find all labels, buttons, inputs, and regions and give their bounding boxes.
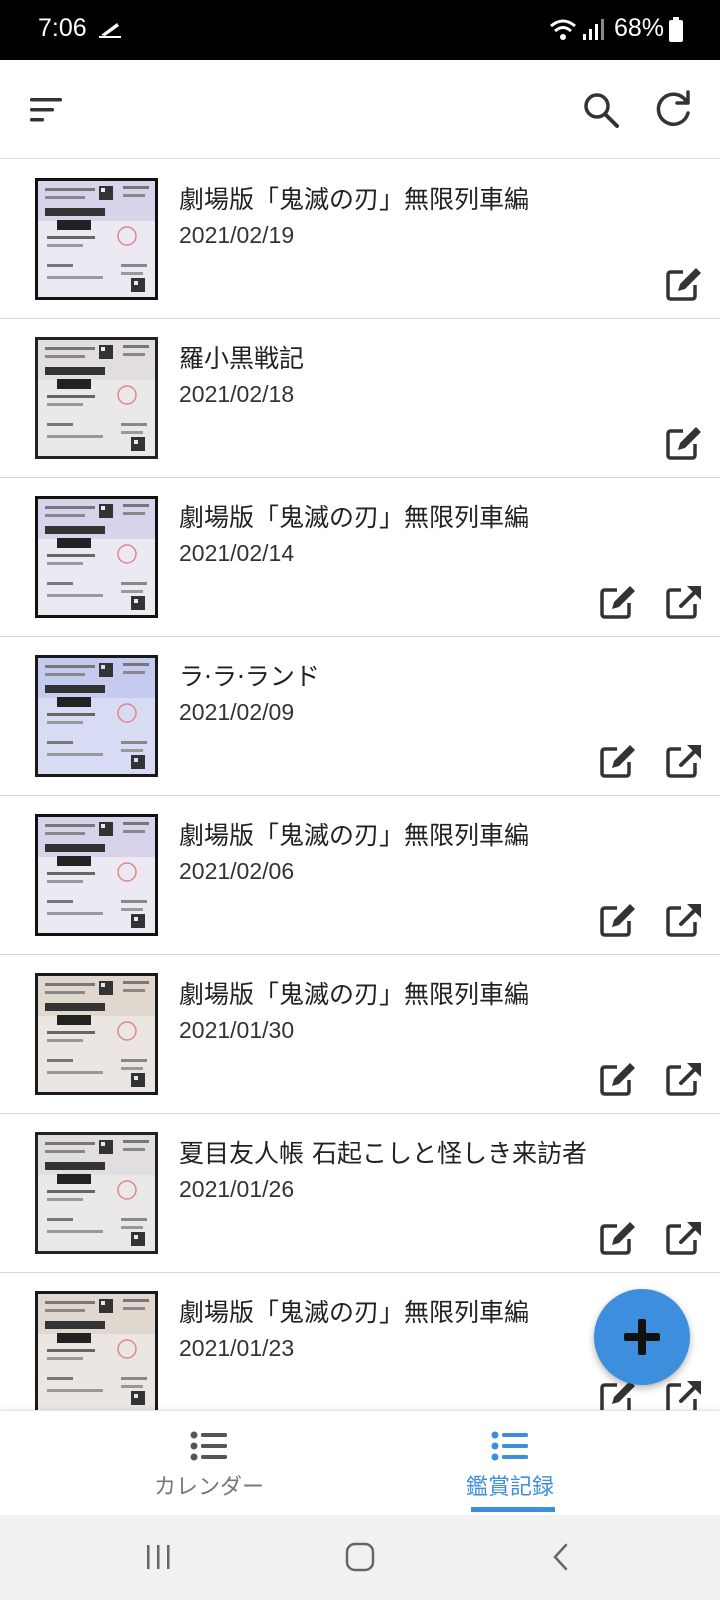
record-row[interactable]: 羅小黒戦記 2021/02/18 xyxy=(0,319,720,478)
nav-records-label: 鑑賞記録 xyxy=(465,1475,554,1500)
record-date: 2021/02/14 xyxy=(179,540,295,566)
edit-button[interactable] xyxy=(598,741,638,781)
open-external-button[interactable] xyxy=(664,741,704,781)
open-external-icon xyxy=(666,1381,701,1410)
record-title: ラ·ラ·ランド xyxy=(179,662,320,691)
ticket-thumbnail[interactable] xyxy=(35,1132,158,1254)
record-title: 劇場版「鬼滅の刃」無限列車編 xyxy=(179,185,530,214)
ticket-thumbnail[interactable] xyxy=(35,973,158,1095)
edit-icon xyxy=(666,427,701,460)
edit-button[interactable] xyxy=(598,1218,638,1258)
edit-icon xyxy=(600,586,635,619)
back-button[interactable] xyxy=(541,1537,581,1577)
add-record-button[interactable] xyxy=(594,1289,690,1385)
open-external-icon xyxy=(666,745,701,778)
plus-icon xyxy=(624,1319,660,1355)
record-list[interactable]: 劇場版「鬼滅の刃」無限列車編 2021/02/19 羅小黒戦記 2021/02/18 劇… xyxy=(0,160,720,1410)
record-title: 劇場版「鬼滅の刃」無限列車編 xyxy=(179,980,530,1009)
open-external-icon xyxy=(666,904,701,937)
record-row[interactable]: 劇場版「鬼滅の刃」無限列車編 2021/02/14 xyxy=(0,478,720,637)
open-external-button[interactable] xyxy=(664,582,704,622)
open-external-button[interactable] xyxy=(664,1377,704,1410)
open-external-icon xyxy=(666,1222,701,1255)
record-date: 2021/01/23 xyxy=(179,1335,295,1361)
edit-icon xyxy=(600,745,635,778)
bottom-navigation: カレンダー 鑑賞記録 xyxy=(0,1410,720,1515)
ticket-thumbnail[interactable] xyxy=(35,655,158,777)
sort-button[interactable] xyxy=(22,86,70,134)
open-external-icon xyxy=(666,1063,701,1096)
nav-records[interactable]: 鑑賞記録 xyxy=(330,1411,690,1516)
battery-percent: 68% xyxy=(614,14,665,42)
edit-icon xyxy=(600,904,635,937)
ticket-thumbnail[interactable] xyxy=(35,178,158,300)
record-row[interactable]: 劇場版「鬼滅の刃」無限列車編 2021/02/06 xyxy=(0,796,720,955)
edit-button[interactable] xyxy=(664,423,704,463)
edit-button[interactable] xyxy=(598,582,638,622)
search-icon xyxy=(584,93,619,128)
record-title: 劇場版「鬼滅の刃」無限列車編 xyxy=(179,821,530,850)
active-tab-indicator xyxy=(471,1507,555,1512)
record-title: 劇場版「鬼滅の刃」無限列車編 xyxy=(179,1298,530,1327)
record-date: 2021/02/18 xyxy=(179,381,295,407)
edit-icon xyxy=(666,268,701,301)
record-date: 2021/01/30 xyxy=(179,1017,295,1043)
ticket-thumbnail[interactable] xyxy=(35,337,158,459)
system-navigation-bar xyxy=(0,1515,720,1600)
list-icon xyxy=(190,1431,227,1461)
home-icon xyxy=(345,1542,375,1572)
sort-icon xyxy=(30,98,62,122)
open-external-button[interactable] xyxy=(664,1059,704,1099)
edit-button[interactable] xyxy=(598,900,638,940)
record-date: 2021/02/06 xyxy=(179,858,295,884)
signal-icon xyxy=(583,19,604,40)
record-title: 夏目友人帳 石起こしと怪しき来訪者 xyxy=(179,1139,587,1168)
open-external-button[interactable] xyxy=(664,900,704,940)
app-bar xyxy=(0,60,720,159)
edit-button[interactable] xyxy=(664,264,704,304)
wifi-icon xyxy=(550,19,576,40)
record-row[interactable]: 夏目友人帳 石起こしと怪しき来訪者 2021/01/26 xyxy=(0,1114,720,1273)
record-date: 2021/02/19 xyxy=(179,222,295,248)
record-row[interactable]: ラ·ラ·ランド 2021/02/09 xyxy=(0,637,720,796)
home-button[interactable] xyxy=(340,1537,380,1577)
list-icon xyxy=(491,1431,528,1461)
recent-apps-button[interactable] xyxy=(138,1537,178,1577)
edit-button[interactable] xyxy=(598,1059,638,1099)
recent-apps-icon xyxy=(147,1545,170,1569)
refresh-button[interactable] xyxy=(649,86,697,134)
record-title: 劇場版「鬼滅の刃」無限列車編 xyxy=(179,503,530,532)
record-date: 2021/01/26 xyxy=(179,1176,295,1202)
refresh-icon xyxy=(656,90,690,126)
record-row[interactable]: 劇場版「鬼滅の刃」無限列車編 2021/01/30 xyxy=(0,955,720,1114)
edit-icon xyxy=(600,1222,635,1255)
status-time: 7:06 xyxy=(38,14,87,42)
ticket-thumbnail[interactable] xyxy=(35,814,158,936)
edit-icon xyxy=(600,1063,635,1096)
ticket-thumbnail[interactable] xyxy=(35,496,158,618)
record-title: 羅小黒戦記 xyxy=(179,344,305,373)
record-date: 2021/02/09 xyxy=(179,699,295,725)
notification-icon xyxy=(99,23,121,38)
open-external-button[interactable] xyxy=(664,1218,704,1258)
search-button[interactable] xyxy=(577,86,625,134)
record-row[interactable]: 劇場版「鬼滅の刃」無限列車編 2021/02/19 xyxy=(0,160,720,319)
status-bar: 7:06 68% xyxy=(0,0,720,60)
ticket-thumbnail[interactable] xyxy=(35,1291,158,1410)
battery-icon xyxy=(669,17,683,42)
open-external-icon xyxy=(666,586,701,619)
back-icon xyxy=(553,1543,568,1571)
